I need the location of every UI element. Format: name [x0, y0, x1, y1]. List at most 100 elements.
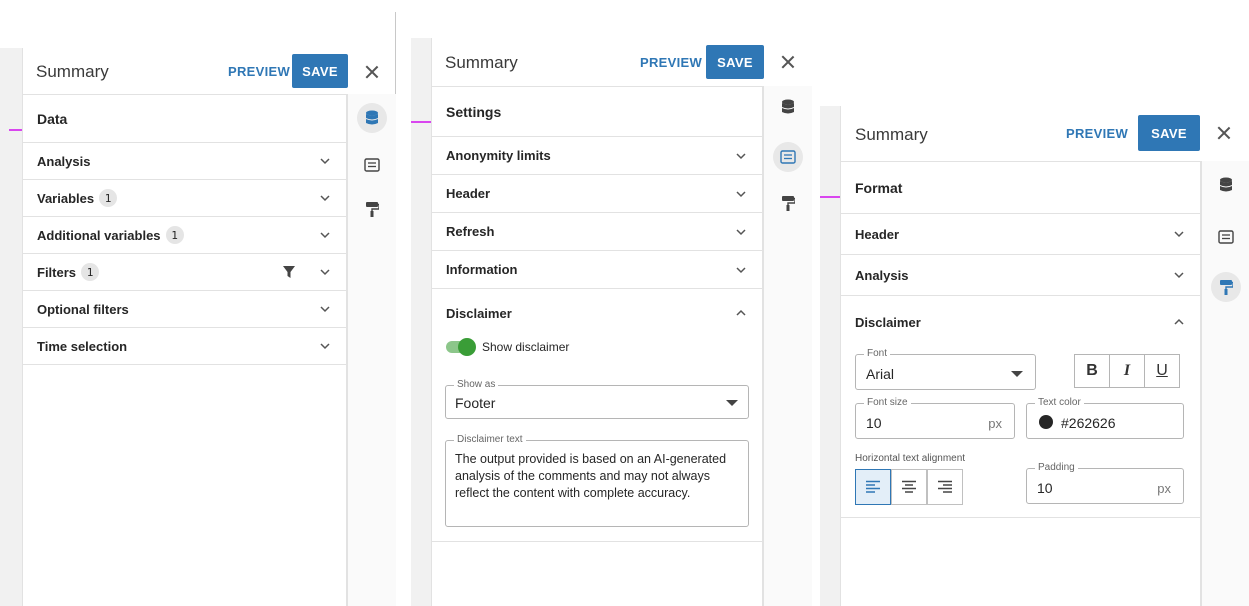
field-label: Disclaimer text [454, 434, 526, 445]
field-label: Font size [864, 397, 911, 408]
text-color-input[interactable]: Text color #262626 [1026, 397, 1184, 439]
row-label: Analysis [37, 153, 91, 169]
count-badge: 1 [165, 226, 184, 244]
accordion-filters[interactable]: Filters 1 [23, 254, 346, 291]
accordion-information[interactable]: Information [432, 251, 762, 289]
text-color-value: #262626 [1061, 415, 1116, 431]
count-badge: 1 [81, 263, 100, 281]
field-label: Padding [1035, 462, 1078, 473]
row-label: Header [446, 186, 491, 201]
accordion-analysis[interactable]: Analysis [841, 255, 1200, 296]
show-disclaimer-toggle[interactable] [446, 338, 476, 356]
select-value: Arial [866, 366, 895, 382]
padding-value: 10 [1037, 480, 1053, 496]
show-as-select[interactable]: Show as Footer [445, 379, 749, 419]
disclaimer-text: The output provided is based on an AI-ge… [455, 452, 727, 500]
accordion-additional-variables[interactable]: Additional variables 1 [23, 217, 346, 254]
preview-button[interactable]: PREVIEW [1066, 126, 1128, 141]
format-section: Format Header Analysis Disclaimer Font A… [841, 161, 1201, 606]
caret-down-icon [1011, 371, 1023, 377]
accordion-disclaimer[interactable]: Disclaimer [432, 289, 762, 337]
row-label: Optional filters [37, 301, 129, 317]
filter-icon[interactable] [282, 265, 296, 279]
side-rail [347, 94, 396, 606]
accordion-header[interactable]: Header [432, 175, 762, 213]
chevron-up-icon [734, 306, 748, 320]
chevron-down-icon [318, 228, 332, 242]
font-select[interactable]: Font Arial [855, 348, 1036, 390]
highlight-line [9, 129, 22, 131]
accordion-variables[interactable]: Variables 1 [23, 180, 346, 217]
align-center-button[interactable] [891, 469, 927, 505]
chevron-down-icon [318, 154, 332, 168]
toggle-label: Show disclaimer [482, 340, 570, 354]
accordion-refresh[interactable]: Refresh [432, 213, 762, 251]
preview-button[interactable]: PREVIEW [640, 55, 702, 70]
save-button[interactable]: SAVE [1138, 115, 1200, 151]
italic-button[interactable]: I [1109, 354, 1145, 388]
underline-button[interactable]: U [1144, 354, 1180, 388]
close-icon[interactable] [778, 52, 798, 72]
color-swatch[interactable] [1039, 415, 1053, 429]
panel-title: Summary [36, 62, 109, 81]
comment-icon[interactable] [357, 150, 387, 180]
accordion-time-selection[interactable]: Time selection [23, 328, 346, 365]
save-button[interactable]: SAVE [292, 54, 348, 88]
paint-roller-icon[interactable] [1211, 272, 1241, 302]
settings-section: Settings Anonymity limits Header Refresh… [432, 86, 763, 606]
accordion-header[interactable]: Header [841, 214, 1200, 255]
comment-icon[interactable] [773, 142, 803, 172]
background-strip-middle [411, 38, 431, 606]
disclaimer-body: Show disclaimer Show as Footer Disclaime… [432, 337, 762, 542]
background-strip-left [0, 48, 22, 606]
database-icon[interactable] [357, 103, 387, 133]
highlight-line [820, 196, 840, 198]
field-label: Show as [454, 379, 499, 390]
paint-roller-icon[interactable] [773, 188, 803, 218]
save-button[interactable]: SAVE [706, 45, 764, 79]
align-left-button[interactable] [855, 469, 891, 505]
unit-label: px [1157, 481, 1171, 496]
accordion-analysis[interactable]: Analysis [23, 143, 346, 180]
row-label: Refresh [446, 224, 495, 239]
font-size-value: 10 [866, 415, 882, 431]
panel-title: Summary [855, 125, 928, 144]
close-icon[interactable] [362, 62, 382, 82]
align-right-button[interactable] [927, 469, 963, 505]
chevron-down-icon [318, 339, 332, 353]
row-label: Time selection [37, 338, 128, 354]
bold-button[interactable]: B [1074, 354, 1110, 388]
align-right-icon [938, 480, 952, 493]
side-rail [1201, 161, 1249, 606]
accordion-anonymity-limits[interactable]: Anonymity limits [432, 137, 762, 175]
align-center-icon [902, 480, 916, 493]
row-label: Additional variables [37, 227, 161, 243]
chevron-down-icon [1172, 227, 1186, 241]
database-icon[interactable] [773, 92, 803, 122]
close-icon[interactable] [1214, 123, 1234, 143]
paint-roller-icon[interactable] [357, 194, 387, 224]
row-label: Disclaimer [855, 314, 921, 330]
field-label: Text color [1035, 397, 1084, 408]
panel-title: Summary [445, 53, 518, 72]
font-size-input[interactable]: Font size 10 px [855, 397, 1015, 439]
section-title: Settings [432, 87, 762, 137]
accordion-optional-filters[interactable]: Optional filters [23, 291, 346, 328]
row-label: Filters [37, 264, 77, 280]
field-label: Font [864, 348, 891, 359]
section-title: Format [841, 162, 1200, 214]
padding-input[interactable]: Padding 10 px [1026, 462, 1184, 504]
section-title: Data [23, 95, 346, 143]
row-label: Header [855, 226, 900, 242]
preview-button[interactable]: PREVIEW [228, 64, 290, 79]
align-left-icon [866, 480, 880, 493]
accordion-disclaimer[interactable]: Disclaimer [841, 296, 1200, 348]
disclaimer-text-area[interactable]: Disclaimer text The output provided is b… [445, 434, 749, 527]
comment-icon[interactable] [1211, 222, 1241, 252]
background-strip-right [820, 106, 840, 606]
chevron-down-icon [318, 265, 332, 279]
row-label: Variables [37, 190, 95, 206]
summary-panel-data: Summary PREVIEW SAVE Data Analysis Varia… [22, 48, 396, 606]
row-label: Analysis [855, 267, 909, 283]
database-icon[interactable] [1211, 170, 1241, 200]
